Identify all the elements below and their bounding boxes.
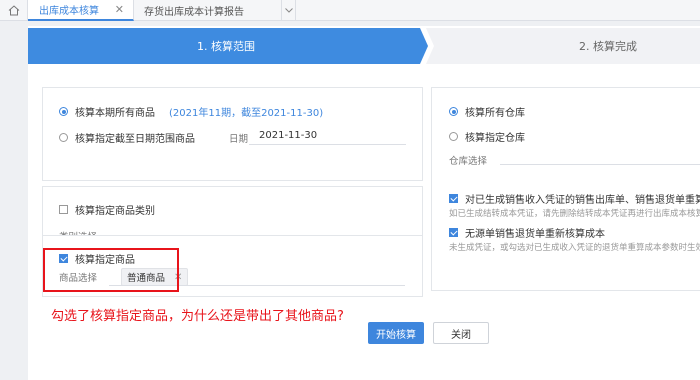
- option-hint: 如已生成结转成本凭证，请先删除结转成本凭证再进行出库成本核算: [449, 209, 700, 219]
- tab-label: 出库成本核算: [39, 6, 99, 17]
- date-label: 日期: [229, 134, 249, 145]
- warehouse-panel: 核算所有仓库 核算指定仓库 仓库选择 对已生成销售收入凭证的销售出库单、销售退货…: [431, 87, 700, 291]
- start-accounting-button[interactable]: 开始核算: [368, 322, 424, 344]
- checkbox-label: 核算指定商品类别: [75, 206, 155, 217]
- checkbox-category[interactable]: 核算指定商品类别: [59, 202, 155, 217]
- radio-range-goods[interactable]: 核算指定截至日期范围商品: [59, 130, 195, 145]
- radio-selected[interactable]: [59, 107, 68, 116]
- scope-panel: 核算本期所有商品 (2021年11期，截至2021-11-30) 核算指定截至日…: [42, 87, 423, 181]
- radio-all-warehouses[interactable]: 核算所有仓库: [449, 104, 525, 119]
- warehouse-select[interactable]: [500, 164, 700, 165]
- radio-label: 核算所有仓库: [465, 108, 525, 119]
- radio-specific-warehouse[interactable]: 核算指定仓库: [449, 129, 525, 144]
- main-card: 1. 核算范围 2. 核算完成 核算本期所有商品 (2021年11期，截至202…: [28, 26, 700, 380]
- option-label: 对已生成销售收入凭证的销售出库单、销售退货单重算成本: [465, 195, 700, 206]
- option-recompute-returns[interactable]: 无源单销售退货单重新核算成本: [449, 225, 605, 240]
- option-recompute-posted[interactable]: 对已生成销售收入凭证的销售出库单、销售退货单重算成本: [449, 191, 700, 206]
- radio-label: 核算指定仓库: [465, 133, 525, 144]
- date-input[interactable]: 2021-11-30: [259, 130, 317, 141]
- radio-selected[interactable]: [449, 107, 458, 116]
- home-icon: [8, 5, 19, 16]
- radio-all-goods[interactable]: 核算本期所有商品 (2021年11期，截至2021-11-30): [59, 104, 323, 119]
- radio-unselected[interactable]: [59, 133, 68, 142]
- chevron-down-icon: [284, 8, 293, 13]
- step-label: 2. 核算完成: [579, 40, 637, 53]
- radio-label: 核算本期所有商品: [75, 108, 155, 119]
- radio-unselected[interactable]: [449, 132, 458, 141]
- period-note: (2021年11期，截至2021-11-30): [169, 108, 324, 119]
- annotation-text: 勾选了核算指定商品，为什么还是带出了其他商品?: [51, 309, 344, 324]
- radio-label: 核算指定截至日期范围商品: [75, 134, 195, 145]
- tab-more[interactable]: [282, 0, 296, 21]
- checkbox-checked[interactable]: [449, 194, 458, 203]
- tab-bar: 出库成本核算 ✕ 存货出库成本计算报告: [0, 0, 700, 21]
- tab-cost-accounting[interactable]: 出库成本核算 ✕: [28, 0, 134, 21]
- close-button[interactable]: 关闭: [433, 322, 489, 344]
- checkbox-checked[interactable]: [449, 228, 458, 237]
- tab-cost-report[interactable]: 存货出库成本计算报告: [134, 0, 282, 21]
- highlight-box: [43, 248, 179, 292]
- option-label: 无源单销售退货单重新核算成本: [465, 229, 605, 240]
- tab-label: 存货出库成本计算报告: [144, 7, 244, 18]
- checkbox[interactable]: [59, 205, 68, 214]
- step-complete: 2. 核算完成: [426, 28, 700, 64]
- step-label: 1. 核算范围: [197, 40, 255, 53]
- date-underline: [249, 144, 406, 145]
- warehouse-select-label: 仓库选择: [449, 156, 488, 167]
- home-button[interactable]: [0, 0, 28, 21]
- step-range: 1. 核算范围: [28, 28, 428, 64]
- close-icon[interactable]: ✕: [115, 3, 124, 16]
- option-hint: 未生成凭证，或勾选对已生成收入凭证的退货单重算成本参数时生效: [449, 243, 700, 253]
